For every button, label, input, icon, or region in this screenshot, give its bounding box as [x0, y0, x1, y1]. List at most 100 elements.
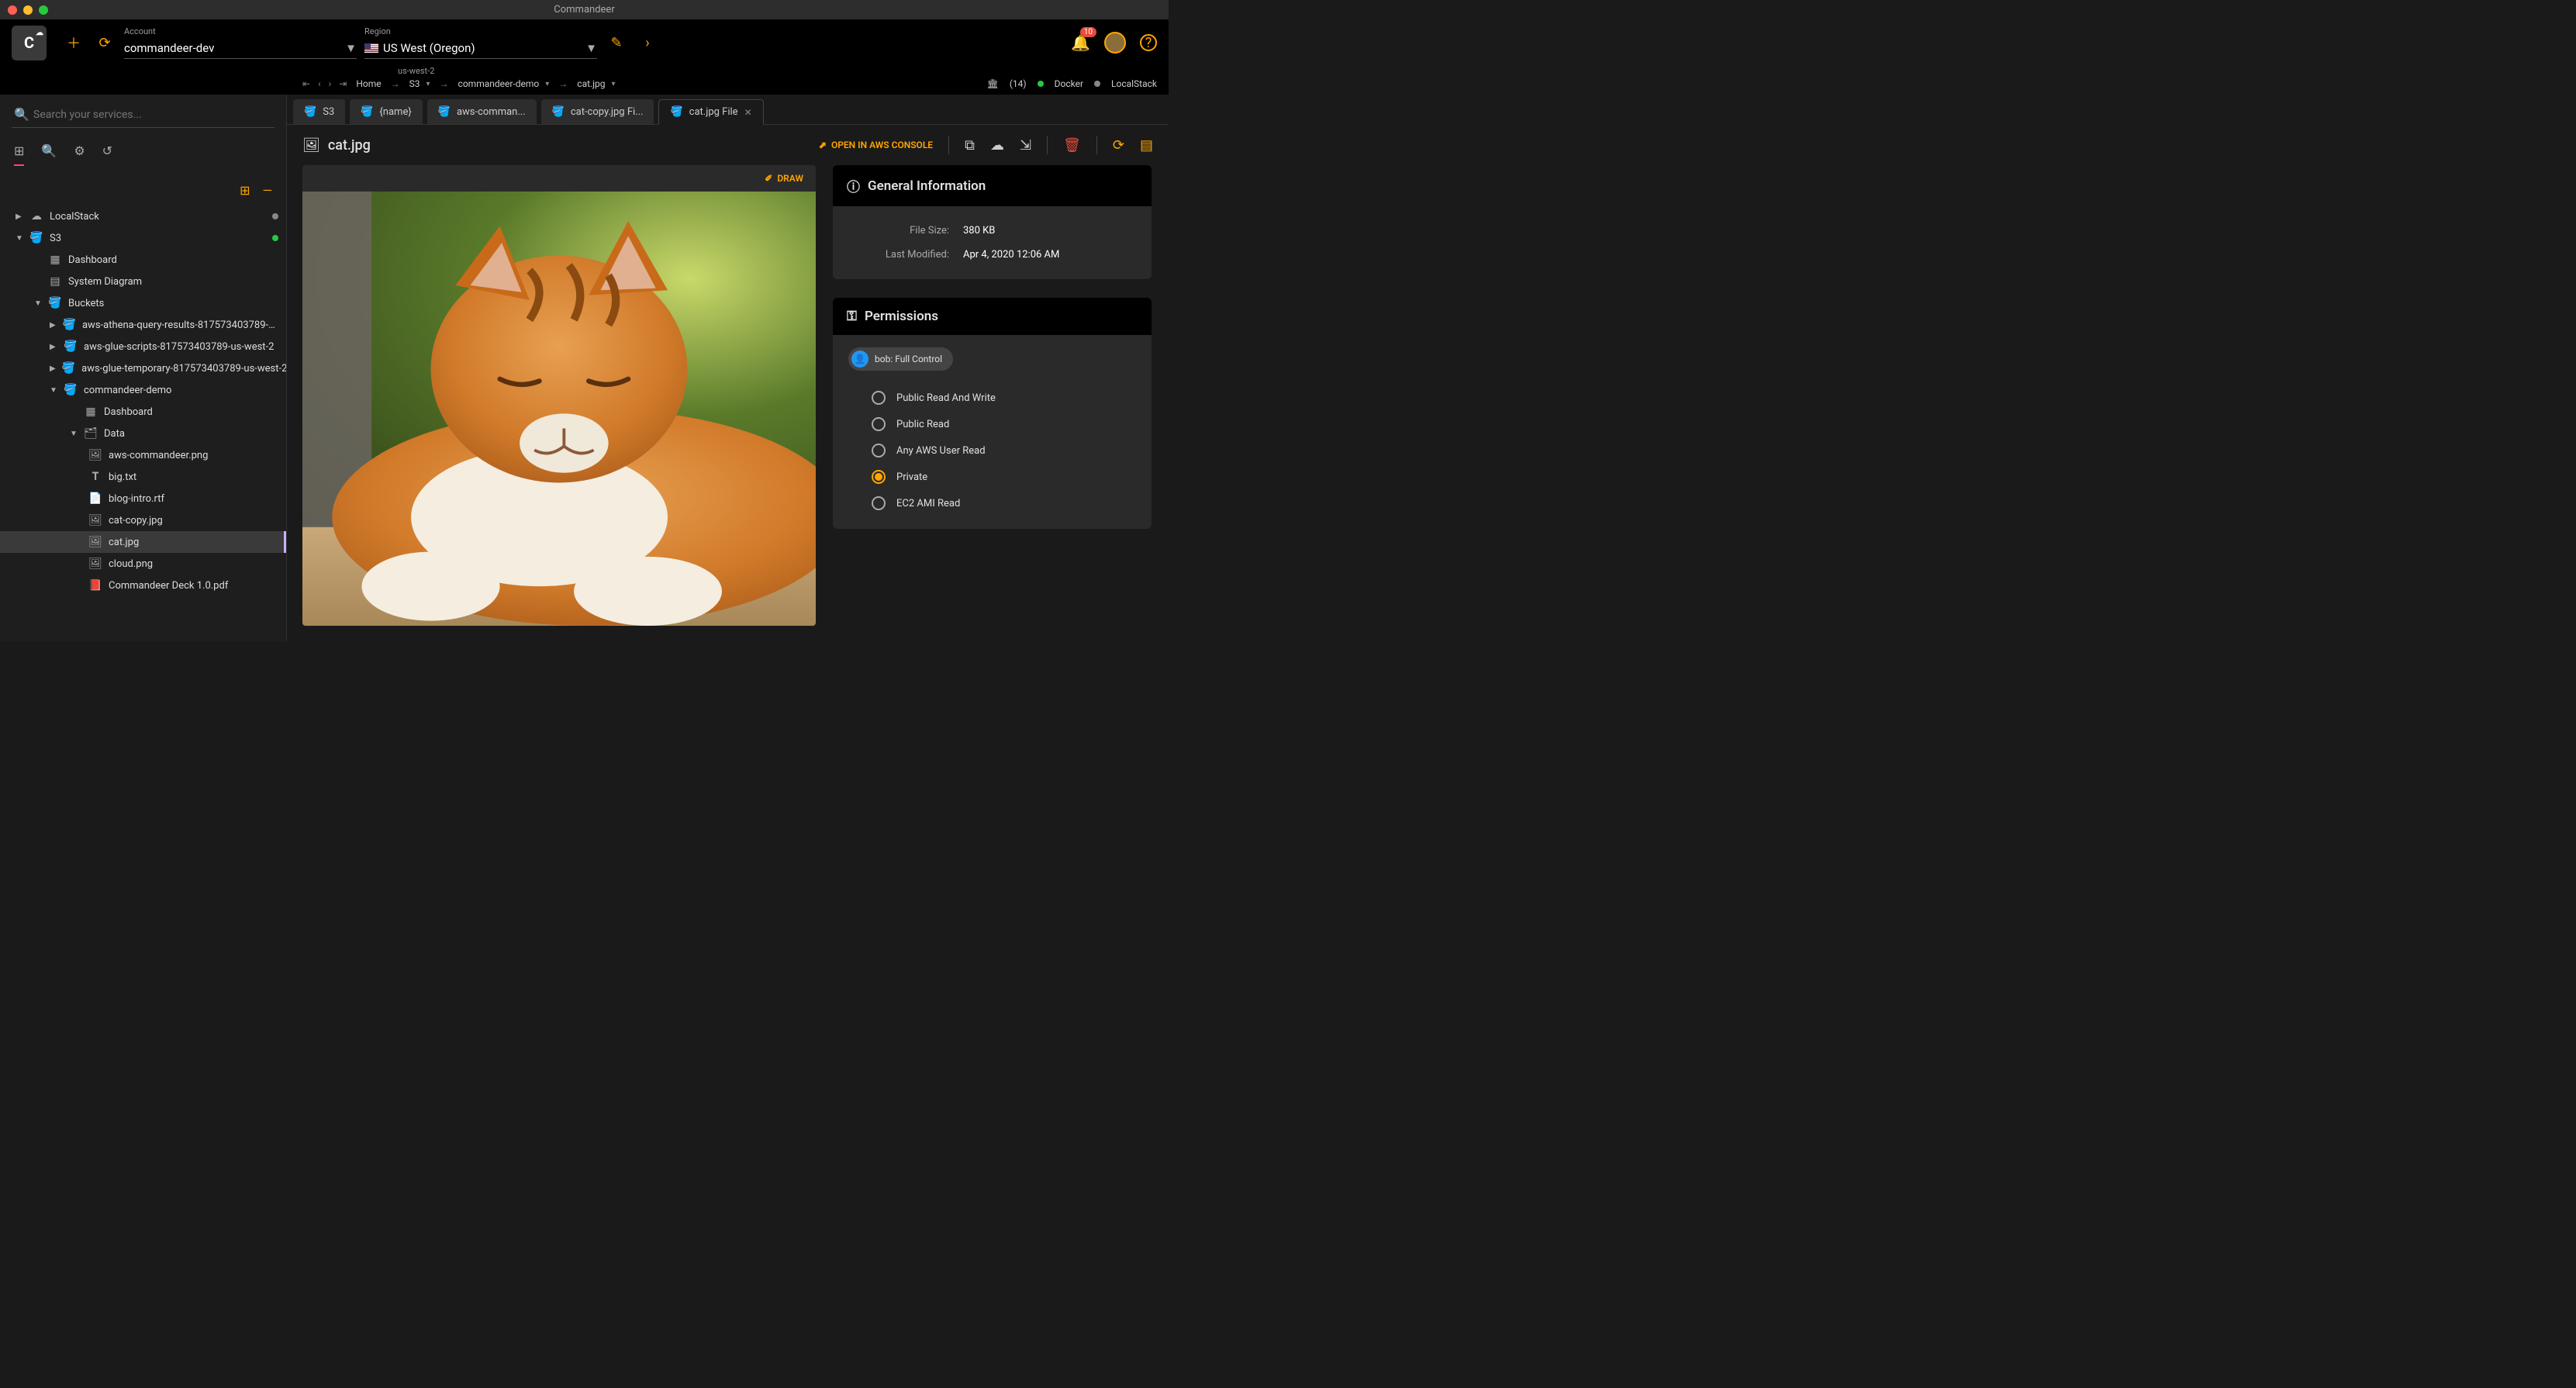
radio-public-read[interactable]: Public Read — [872, 411, 1136, 437]
refresh-button[interactable]: ⟳ — [93, 35, 116, 51]
tree-item-s3[interactable]: ▼ 🪣 S3 — [0, 227, 286, 249]
radio-label: EC2 AMI Read — [896, 498, 960, 509]
content: 🪣S3 🪣{name} 🪣aws-comman... 🪣cat-copy.jpg… — [287, 95, 1169, 641]
breadcrumb-service[interactable]: S3▾ — [409, 78, 430, 89]
tree-item-bucket[interactable]: ▶ 🪣 aws-glue-temporary-817573403789-us-w… — [0, 357, 286, 379]
image-icon: 🖼 — [88, 449, 102, 461]
copy-button[interactable]: ⧉ — [965, 137, 975, 154]
tab-s3[interactable]: 🪣S3 — [293, 99, 345, 124]
card-header: ⓘ General Information — [833, 165, 1152, 206]
breadcrumb-status: 🏛 (14) Docker LocalStack — [987, 78, 1157, 89]
tree-item-file-selected[interactable]: 🖼 cat.jpg — [0, 531, 286, 553]
tree-label: aws-glue-temporary-817573403789-us-west-… — [81, 363, 286, 375]
add-button[interactable]: ＋ — [62, 33, 85, 53]
tree-item-file[interactable]: 🖼 aws-commandeer.png — [0, 444, 286, 466]
edit-button[interactable]: ✎ — [605, 35, 628, 51]
chevron-down-icon: ▼ — [585, 41, 597, 55]
delete-button[interactable]: 🗑 — [1063, 137, 1081, 154]
close-window-button[interactable] — [8, 5, 17, 15]
tab-cat-copy[interactable]: 🪣cat-copy.jpg Fi... — [541, 99, 654, 124]
expand-tree-button[interactable]: ⊞ — [240, 183, 250, 198]
tree-item-file[interactable]: 🖼 cloud.png — [0, 553, 286, 575]
account-field: Account commandeer-dev ▼ — [124, 26, 357, 59]
maximize-window-button[interactable] — [39, 5, 48, 15]
tree-item-bucket[interactable]: ▶ 🪣 aws-glue-scripts-817573403789-us-wes… — [0, 336, 286, 357]
minimize-window-button[interactable] — [23, 5, 33, 15]
tree-item-bucket-commandeer-demo[interactable]: ▼ 🪣 commandeer-demo — [0, 379, 286, 401]
bucket-icon: 🪣 — [64, 384, 78, 396]
draw-button[interactable]: ✐ DRAW — [765, 173, 803, 184]
tree-label: Commandeer Deck 1.0.pdf — [109, 580, 228, 592]
region-value: US West (Oregon) — [383, 41, 475, 55]
radio-any-aws-user-read[interactable]: Any AWS User Read — [872, 437, 1136, 464]
panel-button[interactable]: ▤ — [1140, 137, 1153, 154]
radio-public-read-write[interactable]: Public Read And Write — [872, 385, 1136, 411]
tree-item-dashboard[interactable]: ▦ Dashboard — [0, 249, 286, 271]
settings-tab[interactable]: ⚙ — [74, 143, 85, 166]
breadcrumb-file[interactable]: cat.jpg▾ — [577, 78, 615, 89]
radio-icon — [872, 444, 886, 457]
breadcrumb-home[interactable]: Home — [356, 78, 381, 89]
download-button[interactable]: ☁ — [990, 137, 1004, 154]
help-button[interactable]: ? — [1140, 34, 1157, 51]
tree-item-file[interactable]: 𝐓 big.txt — [0, 466, 286, 488]
nav-forward-button[interactable]: › — [329, 78, 332, 89]
collapse-tree-button[interactable]: — — [263, 183, 273, 198]
tree-item-localstack[interactable]: ▶ ☁ LocalStack — [0, 205, 286, 227]
scribble-icon: ✐ — [765, 173, 772, 184]
bucket-icon: 🪣 — [64, 340, 78, 353]
breadcrumb-bucket[interactable]: commandeer-demo▾ — [458, 78, 550, 89]
image-icon: 🖼 — [302, 137, 320, 154]
tab-cat-jpg[interactable]: 🪣cat.jpg File✕ — [658, 99, 763, 125]
history-tab[interactable]: ↺ — [102, 143, 112, 166]
info-label: File Size: — [848, 225, 949, 237]
tree-item-buckets[interactable]: ▼ 🪣 Buckets — [0, 292, 286, 314]
image-preview[interactable] — [302, 192, 816, 626]
search-input[interactable] — [12, 102, 275, 128]
account-select[interactable]: commandeer-dev ▼ — [124, 38, 357, 59]
move-button[interactable]: ⇲ — [1020, 137, 1031, 154]
user-avatar[interactable] — [1104, 32, 1126, 54]
arrow-right-icon: → — [391, 78, 400, 89]
radio-private[interactable]: Private — [872, 464, 1136, 490]
tree-label: Dashboard — [68, 254, 117, 266]
tree-label: aws-glue-scripts-817573403789-us-west-2 — [84, 341, 274, 353]
nav-first-button[interactable]: ⇤ — [302, 78, 310, 89]
tree-label: cat-copy.jpg — [109, 515, 163, 527]
nav-back-button[interactable]: ‹ — [318, 78, 321, 89]
open-in-aws-console-button[interactable]: ⬈ OPEN IN AWS CONSOLE — [819, 140, 933, 150]
tree-item-file[interactable]: 🖼 cat-copy.jpg — [0, 509, 286, 531]
tab-aws-commandeer[interactable]: 🪣aws-comman... — [427, 99, 537, 124]
card-body: 👤 bob: Full Control Public Read And Writ… — [833, 335, 1152, 529]
account-label: Account — [124, 26, 357, 36]
chevron-down-icon: ▾ — [426, 80, 430, 88]
tree-item-file[interactable]: 📕 Commandeer Deck 1.0.pdf — [0, 575, 286, 596]
app-logo[interactable]: C☁ — [12, 26, 47, 60]
tree-item-file[interactable]: 📄 blog-intro.rtf — [0, 488, 286, 509]
tree-item-folder-data[interactable]: ▼ 🗂 Data — [0, 423, 286, 444]
tree-label: aws-athena-query-results-817573403789-us… — [82, 319, 278, 331]
draw-bar: ✐ DRAW — [302, 165, 816, 192]
chevron-down-icon: ▼ — [345, 41, 357, 55]
refresh-file-button[interactable]: ⟳ — [1113, 137, 1124, 154]
radio-ec2-ami-read[interactable]: EC2 AMI Read — [872, 490, 1136, 516]
tab-name[interactable]: 🪣{name} — [350, 99, 423, 124]
close-tab-button[interactable]: ✕ — [744, 107, 752, 118]
tree-label: aws-commandeer.png — [109, 450, 208, 461]
nav-last-button[interactable]: ⇥ — [339, 78, 347, 89]
tree-item-bucket-dashboard[interactable]: ▦ Dashboard — [0, 401, 286, 423]
caret-right-icon: ▶ — [50, 343, 57, 351]
card-body: File Size: 380 KB Last Modified: Apr 4, … — [833, 206, 1152, 279]
traffic-lights — [8, 5, 48, 15]
forward-button[interactable]: › — [636, 35, 659, 51]
region-label: Region — [364, 26, 597, 36]
tree-view-tab[interactable]: ⊞ — [14, 143, 24, 166]
main: 🔍 ⊞ 🔍 ⚙ ↺ ⊞ — ▶ ☁ LocalStack ▼ 🪣 S3 — [0, 95, 1169, 641]
notifications-button[interactable]: 🔔 10 — [1071, 33, 1090, 52]
tree-item-bucket[interactable]: ▶ 🪣 aws-athena-query-results-81757340378… — [0, 314, 286, 336]
tree-label: cloud.png — [109, 558, 153, 570]
permission-chip[interactable]: 👤 bob: Full Control — [848, 347, 953, 371]
region-select[interactable]: US West (Oregon) ▼ — [364, 38, 597, 59]
search-tab[interactable]: 🔍 — [41, 143, 57, 166]
tree-item-system-diagram[interactable]: ▤ System Diagram — [0, 271, 286, 292]
